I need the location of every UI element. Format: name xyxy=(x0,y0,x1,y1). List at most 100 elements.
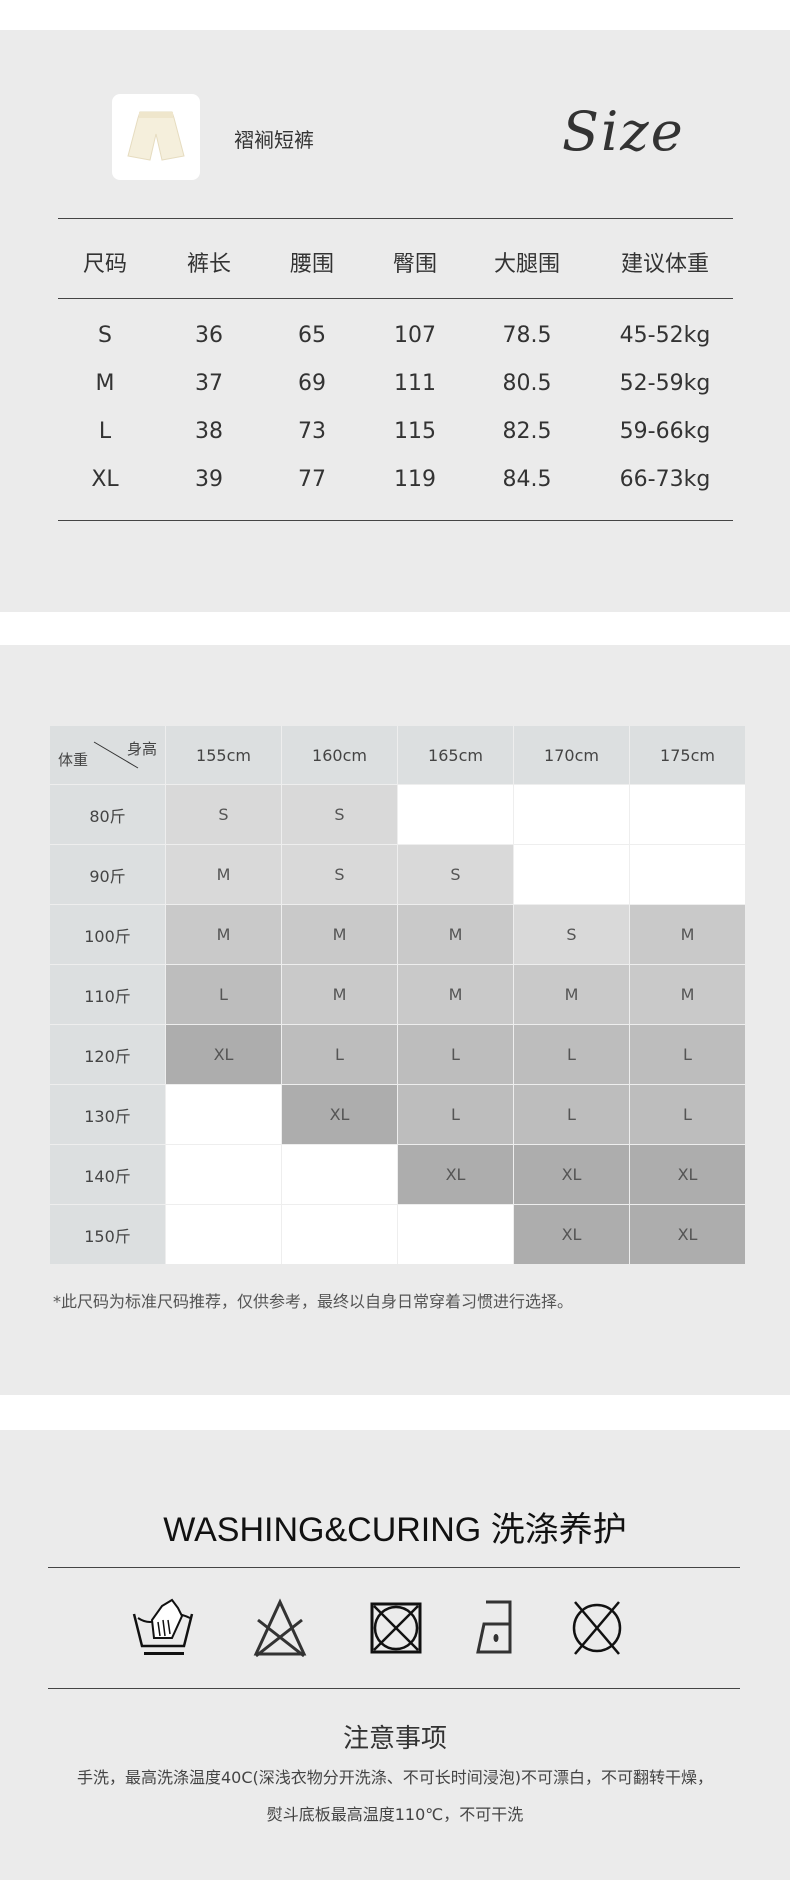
size-table-header: 腰围 xyxy=(289,252,334,277)
recommended-size-cell: S xyxy=(514,905,629,964)
product-title: 褶裥短裤 xyxy=(234,128,314,152)
size-table-cell: 111 xyxy=(394,371,436,396)
recommended-size-cell: L xyxy=(398,1025,513,1084)
recommended-size-cell: XL xyxy=(514,1145,629,1204)
divider xyxy=(58,298,733,299)
recommended-size-cell: S xyxy=(166,785,281,844)
size-table-cell: 65 xyxy=(298,323,326,348)
size-table-header: 大腿围 xyxy=(493,252,560,277)
size-table-header: 臀围 xyxy=(392,252,437,277)
divider xyxy=(48,1567,740,1568)
recommended-size-cell xyxy=(630,785,745,844)
corner-header: 体重 身高 xyxy=(50,726,165,784)
size-table-cell: 45-52kg xyxy=(619,323,711,348)
size-table-cell: S xyxy=(98,323,112,348)
recommended-size-cell xyxy=(398,1205,513,1264)
recommended-size-cell: M xyxy=(630,965,745,1024)
care-title: WASHING&CURING 洗涤养护 xyxy=(163,1511,627,1549)
recommended-size-cell xyxy=(282,1145,397,1204)
size-table-cell: 115 xyxy=(394,419,436,444)
size-table-cell: 107 xyxy=(394,323,436,348)
recommended-size-cell: M xyxy=(166,905,281,964)
size-table-cell: 82.5 xyxy=(502,419,552,444)
weight-header: 120斤 xyxy=(50,1025,165,1084)
weight-header: 140斤 xyxy=(50,1145,165,1204)
notes-line-1: 手洗，最高洗涤温度40C(深浅衣物分开洗涤、不可长时间浸泡)不可漂白，不可翻转干… xyxy=(76,1768,714,1787)
height-header: 175cm xyxy=(630,726,745,784)
recommended-size-cell: L xyxy=(166,965,281,1024)
recommended-size-cell xyxy=(514,785,629,844)
size-note: *此尺码为标准尺码推荐，仅供参考，最终以自身日常穿着习惯进行选择。 xyxy=(53,1292,574,1311)
no-tumble-dry-icon xyxy=(370,1602,422,1654)
recommended-size-cell xyxy=(630,845,745,904)
recommended-size-cell: S xyxy=(282,845,397,904)
recommended-size-cell: M xyxy=(166,845,281,904)
shorts-image xyxy=(127,111,185,161)
recommended-size-cell xyxy=(282,1205,397,1264)
divider xyxy=(58,218,733,219)
recommended-size-cell: L xyxy=(282,1025,397,1084)
weight-label: 体重 xyxy=(58,751,89,769)
size-table-header: 尺码 xyxy=(82,252,127,277)
size-table-cell: 52-59kg xyxy=(619,371,711,396)
size-table-cell: 36 xyxy=(195,323,223,348)
recommended-size-cell: L xyxy=(630,1085,745,1144)
product-thumbnail xyxy=(112,94,200,180)
weight-header: 130斤 xyxy=(50,1085,165,1144)
size-table-cell: 77 xyxy=(298,467,326,492)
size-table-cell: 39 xyxy=(195,467,223,492)
recommendation-section: 体重 身高 155cm 160cm 165cm 170cm 175cm 80斤 S S 90斤 M… xyxy=(0,645,790,1395)
notes-title: 注意事项 xyxy=(342,1724,447,1754)
size-table-cell: 80.5 xyxy=(502,371,552,396)
size-recommendation-table: 体重 身高 155cm 160cm 165cm 170cm 175cm 80斤 S S 90斤 M… xyxy=(50,726,745,1264)
size-table-header: 建议体重 xyxy=(620,252,709,277)
size-table-cell: 38 xyxy=(195,419,223,444)
notes-line-2: 熨斗底板最高温度110℃，不可干洗 xyxy=(266,1805,524,1824)
recommended-size-cell: M xyxy=(630,905,745,964)
recommended-size-cell xyxy=(514,845,629,904)
height-header: 170cm xyxy=(514,726,629,784)
size-table-cell: 73 xyxy=(298,419,326,444)
divider xyxy=(58,520,733,521)
care-section: WASHING&CURING 洗涤养护 注意事项 手洗，最高洗涤温度40C(深浅… xyxy=(0,1430,790,1880)
weight-header: 80斤 xyxy=(50,785,165,844)
weight-header: 100斤 xyxy=(50,905,165,964)
hand-wash-icon xyxy=(132,1598,194,1655)
divider xyxy=(48,1688,740,1689)
recommended-size-cell: M xyxy=(514,965,629,1024)
recommended-size-cell: XL xyxy=(630,1205,745,1264)
recommended-size-cell: M xyxy=(282,965,397,1024)
recommended-size-cell: XL xyxy=(630,1145,745,1204)
size-table-cell: 66-73kg xyxy=(619,467,711,492)
recommended-size-cell xyxy=(166,1205,281,1264)
weight-header: 90斤 xyxy=(50,845,165,904)
size-table-cell: 69 xyxy=(298,371,326,396)
recommended-size-cell: L xyxy=(514,1085,629,1144)
recommended-size-cell: M xyxy=(282,905,397,964)
size-table-cell: M xyxy=(95,371,115,396)
recommended-size-cell: S xyxy=(398,845,513,904)
weight-header: 150斤 xyxy=(50,1205,165,1264)
recommended-size-cell: XL xyxy=(166,1025,281,1084)
size-table-cell: XL xyxy=(91,467,119,492)
weight-header: 110斤 xyxy=(50,965,165,1024)
size-table-cell: 78.5 xyxy=(502,323,552,348)
recommended-size-cell: M xyxy=(398,965,513,1024)
no-bleach-icon xyxy=(253,1598,307,1658)
recommended-size-cell: S xyxy=(282,785,397,844)
size-heading: Size xyxy=(562,100,685,163)
height-header: 165cm xyxy=(398,726,513,784)
height-header: 155cm xyxy=(166,726,281,784)
recommended-size-cell: XL xyxy=(282,1085,397,1144)
no-dry-clean-icon xyxy=(572,1601,622,1655)
size-table-cell: 59-66kg xyxy=(619,419,711,444)
size-section: 褶裥短裤 Size 尺码 裤长 腰围 臀围 大腿围 建议体重 S 36 65 107 78.5 45-… xyxy=(0,30,790,612)
size-table-cell: 37 xyxy=(195,371,223,396)
recommended-size-cell: L xyxy=(398,1085,513,1144)
recommended-size-cell: L xyxy=(514,1025,629,1084)
recommended-size-cell xyxy=(398,785,513,844)
height-label: 身高 xyxy=(126,740,157,758)
height-header: 160cm xyxy=(282,726,397,784)
size-table-cell: L xyxy=(98,419,112,444)
recommended-size-cell: M xyxy=(398,905,513,964)
